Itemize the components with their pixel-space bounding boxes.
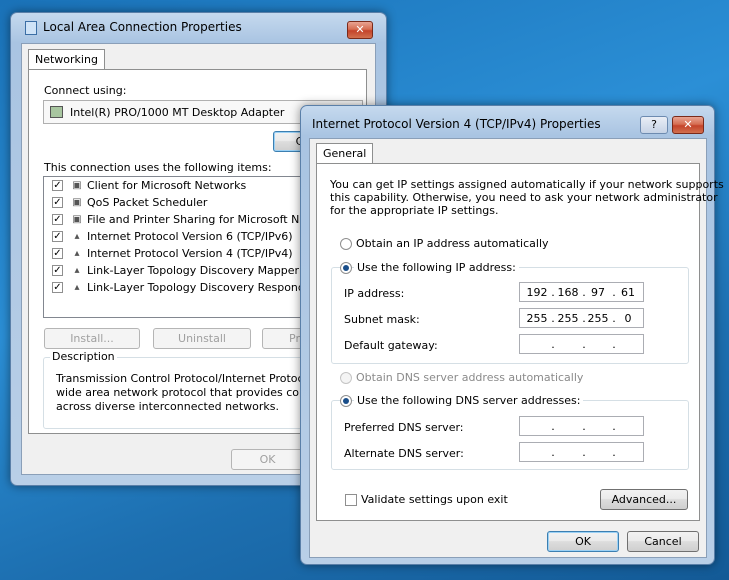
ip-dot: . <box>551 420 555 433</box>
obtain-dns-auto-radio[interactable] <box>340 372 352 384</box>
use-following-dns-radio[interactable] <box>340 395 352 407</box>
item-label: Client for Microsoft Networks <box>87 179 247 192</box>
description-title: Description <box>50 350 117 363</box>
ipv4-client-area: General You can get IP settings assigned… <box>309 138 724 558</box>
validate-checkbox[interactable] <box>345 494 357 506</box>
ip-dot: . <box>612 338 616 351</box>
dns-group: Use the following DNS server addresses: … <box>331 394 689 470</box>
alternate-dns-input[interactable]: . . . <box>519 442 644 462</box>
protocol-icon: ▴ <box>74 231 80 242</box>
item-checkbox[interactable]: ✓ <box>52 231 63 242</box>
item-checkbox[interactable]: ✓ <box>52 248 63 259</box>
intro-text-line: this capability. Otherwise, you need to … <box>330 191 718 204</box>
list-item-selected[interactable]: ✓ ▴ Internet Protocol Version 4 (TCP/IPv… <box>44 245 334 262</box>
item-label: File and Printer Sharing for Microsoft N… <box>87 213 335 226</box>
ipv4-window-title: Internet Protocol Version 4 (TCP/IPv4) P… <box>312 117 601 131</box>
advanced-button[interactable]: Advanced... <box>600 489 688 510</box>
install-button[interactable]: Install... <box>44 328 140 349</box>
preferred-dns-input[interactable]: . . . <box>519 416 644 436</box>
connect-using-label: Connect using: <box>44 84 127 97</box>
ip-octet: 192 <box>526 286 548 299</box>
ip-octet: 61 <box>621 286 635 299</box>
lac-window-title: Local Area Connection Properties <box>43 20 242 34</box>
description-line: Transmission Control Protocol/Internet P… <box>56 372 341 385</box>
qos-icon: ▣ <box>72 197 82 208</box>
adapter-icon <box>50 106 63 118</box>
ip-octet: 0 <box>624 312 632 325</box>
lac-titlebar[interactable]: Local Area Connection Properties <box>11 13 386 41</box>
ip-address-label: IP address: <box>344 287 405 300</box>
ip-dot: . <box>551 446 555 459</box>
file-sharing-icon: ▣ <box>72 214 82 225</box>
adapter-name: Intel(R) PRO/1000 MT Desktop Adapter <box>70 106 285 119</box>
item-label: Link-Layer Topology Discovery Mapper I/O… <box>87 264 335 277</box>
client-network-icon: ▣ <box>72 180 82 191</box>
default-gateway-input[interactable]: . . . <box>519 334 644 354</box>
default-gateway-label: Default gateway: <box>344 339 438 352</box>
ip-dot: . <box>582 446 586 459</box>
description-line: across diverse interconnected networks. <box>56 400 279 413</box>
list-item[interactable]: ✓ ▣ QoS Packet Scheduler <box>44 194 334 211</box>
intro-text-line: for the appropriate IP settings. <box>330 204 499 217</box>
item-checkbox[interactable]: ✓ <box>52 197 63 208</box>
items-list[interactable]: ✓ ▣ Client for Microsoft Networks ✓ ▣ Qo… <box>43 176 335 318</box>
network-icon <box>25 21 37 35</box>
ip-dot: . <box>551 338 555 351</box>
item-checkbox[interactable]: ✓ <box>52 265 63 276</box>
ip-octet: 168 <box>557 286 579 299</box>
item-checkbox[interactable]: ✓ <box>52 180 63 191</box>
item-label: Internet Protocol Version 6 (TCP/IPv6) <box>87 230 293 243</box>
ip-octet: 255 <box>526 312 548 325</box>
ip-dot: . <box>612 446 616 459</box>
subnet-mask-label: Subnet mask: <box>344 313 420 326</box>
ip-dot: . <box>582 338 586 351</box>
validate-label[interactable]: Validate settings upon exit <box>361 493 508 506</box>
ip-dot: . <box>612 420 616 433</box>
protocol-icon: ▴ <box>74 265 80 276</box>
ipv4-cancel-button[interactable]: Cancel <box>627 531 699 552</box>
alternate-dns-label: Alternate DNS server: <box>344 447 464 460</box>
obtain-dns-auto-label[interactable]: Obtain DNS server address automatically <box>356 371 583 384</box>
ipv4-ok-button[interactable]: OK <box>547 531 619 552</box>
list-item[interactable]: ✓ ▣ File and Printer Sharing for Microso… <box>44 211 334 228</box>
use-following-dns-label[interactable]: Use the following DNS server addresses: <box>354 394 584 407</box>
protocol-icon: ▴ <box>74 282 80 293</box>
protocol-icon: ▴ <box>74 248 80 259</box>
item-label: Link-Layer Topology Discovery Responder <box>87 281 317 294</box>
ipv4-tabpanel: You can get IP settings assigned automat… <box>316 163 724 521</box>
list-item[interactable]: ✓ ▴ Link-Layer Topology Discovery Mapper… <box>44 262 334 279</box>
use-following-ip-label[interactable]: Use the following IP address: <box>354 261 519 274</box>
ip-dot: . <box>582 420 586 433</box>
ipv4-close-button[interactable]: ✕ <box>672 116 704 134</box>
ip-octet: 255 <box>587 312 609 325</box>
ip-address-group: Use the following IP address: IP address… <box>331 261 689 364</box>
item-checkbox[interactable]: ✓ <box>52 214 63 225</box>
item-label: QoS Packet Scheduler <box>87 196 208 209</box>
ip-octet: 97 <box>591 286 605 299</box>
lac-ok-button[interactable]: OK <box>231 449 304 470</box>
lac-close-button[interactable]: ✕ <box>347 21 373 39</box>
use-following-ip-radio[interactable] <box>340 262 352 274</box>
tab-general[interactable]: General <box>316 143 374 164</box>
item-checkbox[interactable]: ✓ <box>52 282 63 293</box>
list-item[interactable]: ✓ ▴ Link-Layer Topology Discovery Respon… <box>44 279 334 296</box>
intro-text-line: You can get IP settings assigned automat… <box>330 178 724 191</box>
ip-octet: 255 <box>557 312 579 325</box>
tab-networking[interactable]: Networking <box>28 49 105 70</box>
ip-address-input[interactable]: 192 . 168 . 97 . 61 <box>519 282 644 302</box>
items-label: This connection uses the following items… <box>44 161 272 174</box>
obtain-ip-auto-radio[interactable] <box>340 238 352 250</box>
obtain-ip-auto-label[interactable]: Obtain an IP address automatically <box>356 237 549 250</box>
help-button[interactable]: ? <box>640 116 668 134</box>
uninstall-button[interactable]: Uninstall <box>153 328 251 349</box>
list-item[interactable]: ✓ ▴ Internet Protocol Version 6 (TCP/IPv… <box>44 228 334 245</box>
list-item[interactable]: ✓ ▣ Client for Microsoft Networks <box>44 177 334 194</box>
item-label: Internet Protocol Version 4 (TCP/IPv4) <box>87 247 293 260</box>
subnet-mask-input[interactable]: 255 . 255 . 255 . 0 <box>519 308 644 328</box>
ipv4-properties-window: Internet Protocol Version 4 (TCP/IPv4) P… <box>300 105 724 565</box>
preferred-dns-label: Preferred DNS server: <box>344 421 464 434</box>
